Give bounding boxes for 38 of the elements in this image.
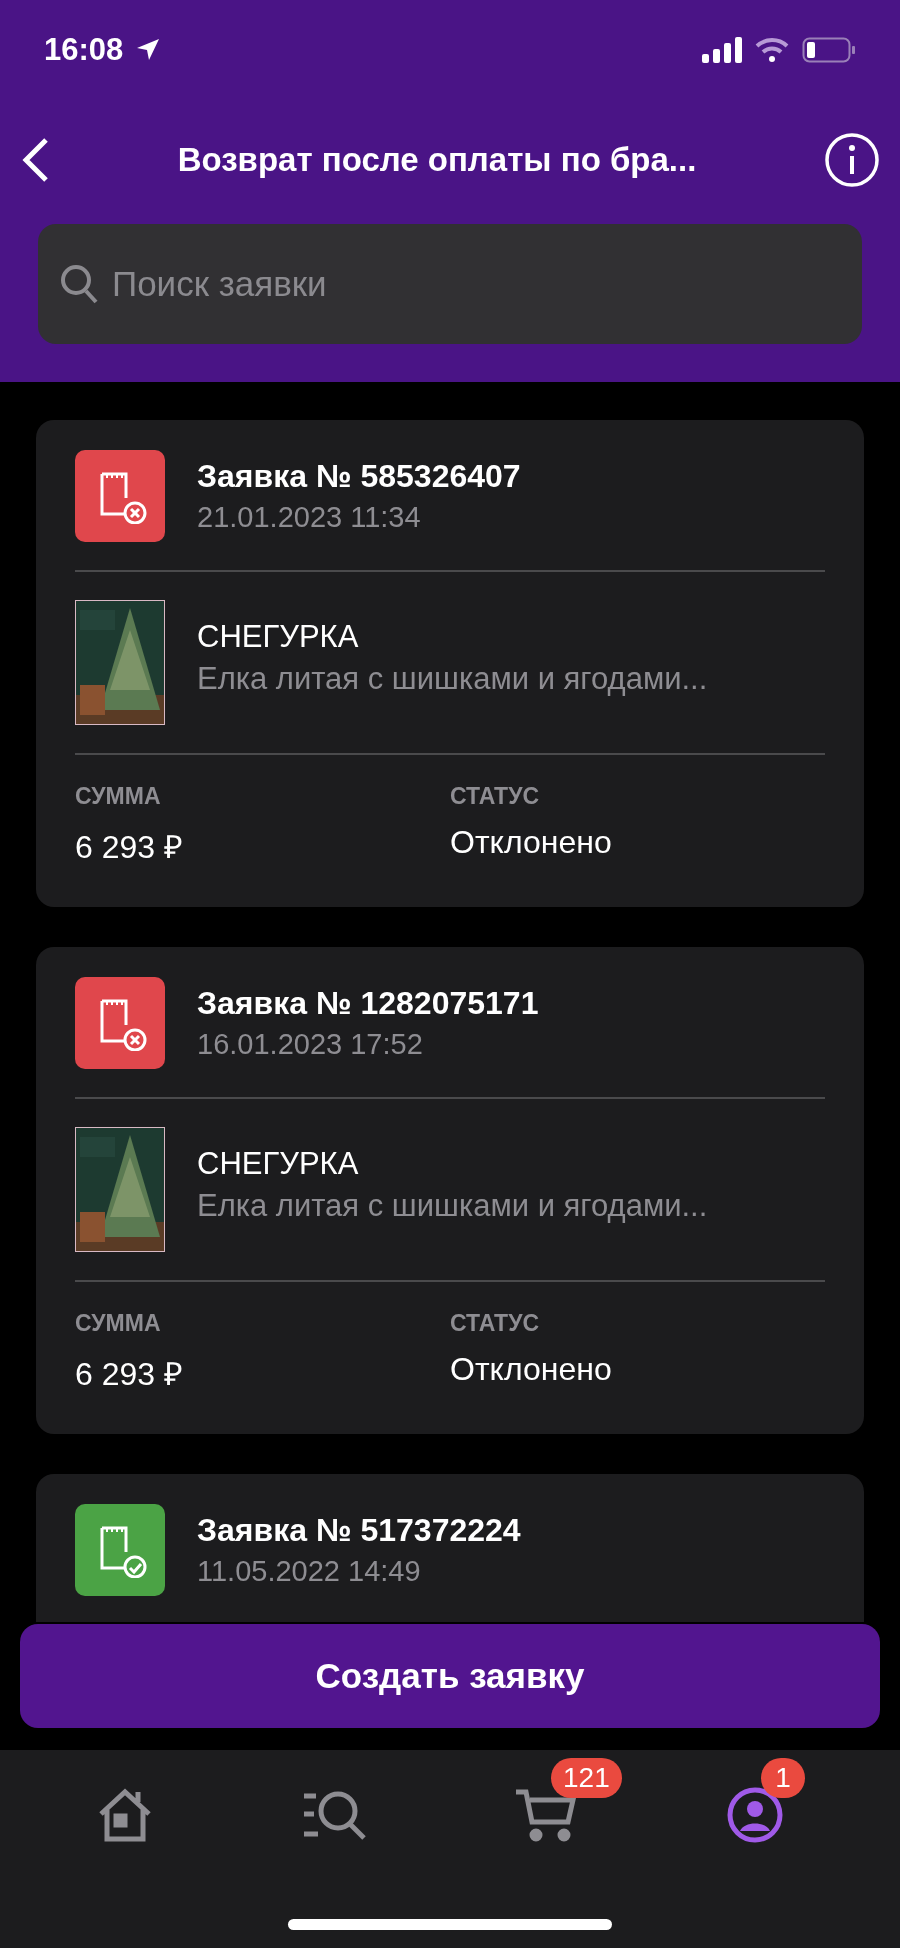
count-badge: 1 bbox=[761, 1758, 805, 1798]
count-badge: 121 bbox=[551, 1758, 622, 1798]
request-card[interactable]: Заявка № 517372224 11.05.2022 14:49 bbox=[36, 1474, 864, 1622]
profile-icon bbox=[727, 1787, 783, 1843]
wifi-icon bbox=[754, 37, 790, 63]
page-title: Возврат после оплаты по бра... bbox=[176, 141, 698, 179]
search-field[interactable]: Поиск заявки bbox=[110, 263, 840, 305]
sum-value: 6 293 ₽ bbox=[75, 828, 184, 867]
sum-value: 6 293 ₽ bbox=[75, 1355, 184, 1394]
sum-label: СУММА bbox=[75, 1310, 162, 1337]
request-card[interactable]: Заявка № 585326407 21.01.2023 11:34 СНЕГУРКА Елка литая с шишками и ягодами... СУММА 6 293 ₽ СТАТУС Отклонено bbox=[36, 420, 864, 907]
create-request-button[interactable]: Создать заявку bbox=[20, 1624, 880, 1728]
info-icon[interactable] bbox=[824, 132, 880, 188]
battery-icon bbox=[802, 37, 856, 63]
request-number: Заявка № 585326407 bbox=[197, 458, 521, 495]
status-time: 16:08 bbox=[44, 32, 124, 68]
request-date: 16.01.2023 17:52 bbox=[197, 1028, 424, 1061]
request-number: Заявка № 1282075171 bbox=[197, 985, 539, 1022]
request-number: Заявка № 517372224 bbox=[197, 1512, 521, 1549]
search-icon bbox=[60, 264, 98, 304]
request-date: 21.01.2023 11:34 bbox=[197, 501, 422, 534]
request-date: 11.05.2022 14:49 bbox=[197, 1555, 422, 1588]
back-icon[interactable] bbox=[20, 136, 50, 184]
status-label: СТАТУС bbox=[450, 1310, 541, 1337]
product-description: Елка литая с шишками и ягодами... bbox=[197, 661, 708, 697]
status-label: СТАТУС bbox=[450, 783, 541, 810]
product-description: Елка литая с шишками и ягодами... bbox=[197, 1188, 708, 1224]
tab[interactable]: 1 bbox=[695, 1758, 835, 1850]
product-brand: СНЕГУРКА bbox=[197, 619, 360, 655]
status-value: Отклонено bbox=[450, 824, 613, 861]
status-value: Отклонено bbox=[450, 1351, 613, 1388]
product-brand: СНЕГУРКА bbox=[197, 1146, 360, 1182]
signal-icon bbox=[702, 37, 742, 63]
sum-label: СУММА bbox=[75, 783, 162, 810]
cart-icon bbox=[514, 1788, 576, 1842]
search-bar[interactable]: Поиск заявки bbox=[38, 224, 862, 344]
tab[interactable]: 121 bbox=[485, 1758, 625, 1850]
request-card[interactable]: Заявка № 1282075171 16.01.2023 17:52 СНЕГУРКА Елка литая с шишками и ягодами... СУММА 6 293 ₽ СТАТУС Отклонено bbox=[36, 947, 864, 1434]
